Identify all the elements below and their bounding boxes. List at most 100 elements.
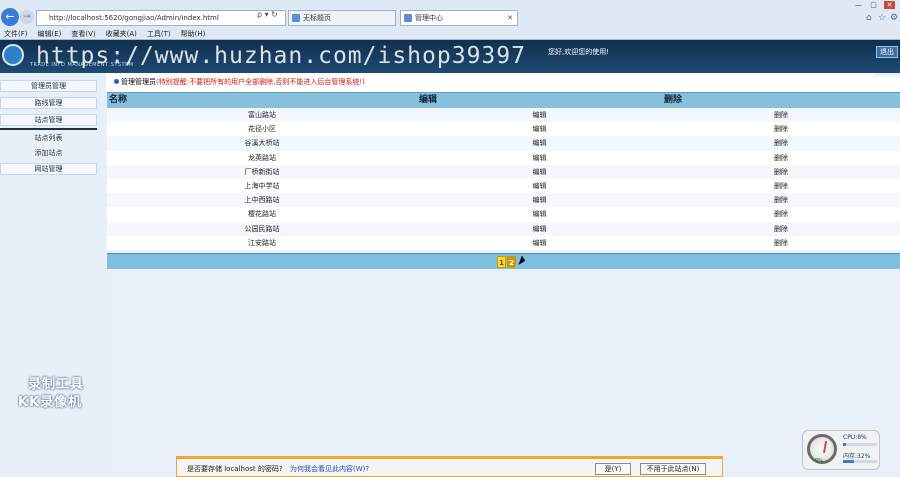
- edit-link[interactable]: 编辑: [417, 193, 662, 207]
- delete-link[interactable]: 删除: [662, 207, 900, 221]
- edit-link[interactable]: 编辑: [417, 122, 662, 136]
- edit-link[interactable]: 编辑: [417, 165, 662, 179]
- menu-favorites[interactable]: 收藏夹(A): [106, 28, 137, 40]
- recorder-watermark-line1: 录制工具: [28, 377, 85, 392]
- delete-link[interactable]: 删除: [662, 151, 900, 165]
- cpu-label: CPU:8%: [843, 434, 867, 441]
- page-button-1[interactable]: 1: [497, 256, 506, 268]
- menu-edit[interactable]: 编辑(E): [38, 28, 62, 40]
- header-blank: [874, 77, 900, 92]
- tab-label: 无标题页: [303, 14, 331, 22]
- yes-button[interactable]: 是(Y): [595, 463, 631, 475]
- speedometer-icon: 0%: [807, 434, 837, 464]
- column-header-name: 名称: [109, 95, 128, 105]
- table-row: 上海中学站 编辑 删除: [107, 178, 900, 194]
- menu-file[interactable]: 文件(F): [4, 28, 28, 40]
- home-icon[interactable]: ⌂: [866, 13, 872, 23]
- table-row: 花径小区 编辑 删除: [107, 122, 900, 137]
- menu-help[interactable]: 帮助(H): [181, 28, 206, 40]
- sidebar-item-admin-management[interactable]: 管理员管理: [0, 80, 97, 92]
- delete-link[interactable]: 删除: [662, 179, 900, 193]
- page-icon: [404, 14, 412, 22]
- tab-admin-center[interactable]: 管理中心 ✕: [400, 10, 518, 26]
- station-name: 樱花路站: [248, 210, 276, 219]
- edit-link[interactable]: 编辑: [417, 222, 662, 236]
- never-for-site-button[interactable]: 不用于此站点(N): [640, 463, 706, 475]
- gauge-value: 0%: [815, 458, 823, 464]
- table-row: 樱花路站 编辑 删除: [107, 207, 900, 222]
- tab-close-icon[interactable]: ✕: [507, 11, 513, 25]
- delete-link[interactable]: 删除: [662, 236, 900, 250]
- sidebar-divider: [0, 128, 97, 130]
- maximize-button[interactable]: ▢: [868, 1, 879, 9]
- sidebar: 管理员管理 路线管理 站点管理 站点列表 添加站点 网站管理 录制工具 KK录像…: [0, 73, 106, 477]
- memory-label: 内存:32%: [843, 453, 871, 460]
- close-window-button[interactable]: ✕: [884, 1, 895, 9]
- watermark-text: https://www.huzhan.com/ishop39397: [36, 43, 526, 69]
- table-row: 龙英路站 编辑 删除: [107, 150, 900, 165]
- station-name: 谷溪大桥站: [244, 139, 280, 148]
- warning-text: (特别提醒:不要把所有的用户全部删除,否则不能进入后台管理系统!): [156, 78, 365, 86]
- browser-chrome: ← → http://localhost:5620/gongjiao/Admin…: [0, 0, 900, 40]
- table-row: 上中西路站 编辑 删除: [107, 193, 900, 208]
- station-name: 上海中学站: [244, 181, 280, 190]
- notification-text: 是否要存储 localhost 的密码?: [187, 465, 283, 473]
- menu-tools[interactable]: 工具(T): [147, 28, 171, 40]
- edit-link[interactable]: 编辑: [417, 179, 662, 193]
- station-table: 名称 编辑 删除 富山路站 编辑 删除 花径小区 编辑 删除 谷溪大桥站 编辑 删除 龙英路…: [107, 92, 900, 250]
- address-bar[interactable]: http://localhost:5620/gongjiao/Admin/ind…: [36, 10, 286, 26]
- delete-link[interactable]: 删除: [662, 122, 900, 136]
- notification-help-link[interactable]: 为何我会看见此内容(W)?: [290, 464, 369, 474]
- column-header-edit: 编辑: [419, 95, 438, 105]
- minimize-button[interactable]: —: [853, 1, 864, 9]
- menu-view[interactable]: 查看(V): [71, 28, 95, 40]
- sidebar-item-site-management[interactable]: 网站管理: [0, 163, 97, 175]
- edit-link[interactable]: 编辑: [417, 151, 662, 165]
- table-row: 富山路站 编辑 删除: [107, 108, 900, 123]
- sidebar-subitem-add-station[interactable]: 添加站点: [0, 147, 97, 160]
- delete-link[interactable]: 删除: [662, 136, 900, 150]
- edit-link[interactable]: 编辑: [417, 207, 662, 221]
- station-name: 花径小区: [248, 125, 276, 134]
- main-content: 管理管理员(特别提醒:不要把所有的用户全部删除,否则不能进入后台管理系统!) 名…: [106, 73, 900, 477]
- delete-link[interactable]: 删除: [662, 108, 900, 122]
- cpu-bar-fill: [843, 443, 846, 446]
- exit-button[interactable]: 退出: [876, 46, 898, 58]
- delete-link[interactable]: 删除: [662, 222, 900, 236]
- station-name: 上中西路站: [244, 196, 280, 205]
- gauge-needle: [823, 441, 828, 454]
- tab-label: 管理中心: [415, 14, 443, 22]
- menu-bar: 文件(F) 编辑(E) 查看(V) 收藏夹(A) 工具(T) 帮助(H): [0, 28, 900, 40]
- delete-link[interactable]: 删除: [662, 193, 900, 207]
- breadcrumb: 管理管理员(特别提醒:不要把所有的用户全部删除,否则不能进入后台管理系统!): [106, 73, 874, 92]
- station-name: 龙英路站: [248, 153, 276, 162]
- logo-icon: [2, 44, 24, 66]
- table-body: 富山路站 编辑 删除 花径小区 编辑 删除 谷溪大桥站 编辑 删除 龙英路站 编辑 删除 厂桥新…: [107, 108, 900, 250]
- edit-link[interactable]: 编辑: [417, 108, 662, 122]
- delete-link[interactable]: 删除: [662, 165, 900, 179]
- cpu-bar: [843, 443, 877, 446]
- station-name: 厂桥新街站: [244, 167, 280, 176]
- memory-bar: [843, 460, 877, 463]
- sidebar-subitem-station-list[interactable]: 站点列表: [0, 132, 97, 145]
- gear-icon[interactable]: ⚙: [890, 13, 898, 23]
- save-password-notification: 是否要存储 localhost 的密码? 为何我会看见此内容(W)? 是(Y) …: [176, 456, 723, 477]
- station-name: 富山路站: [248, 111, 276, 119]
- edit-link[interactable]: 编辑: [417, 136, 662, 150]
- station-name: 江安路站: [248, 238, 276, 247]
- back-button[interactable]: ←: [1, 8, 19, 26]
- table-row: 谷溪大桥站 编辑 删除: [107, 136, 900, 151]
- edit-link[interactable]: 编辑: [417, 236, 662, 250]
- page-button-2[interactable]: 2: [507, 256, 516, 268]
- address-controls[interactable]: ρ ▾ ↻: [257, 10, 278, 19]
- tab-untitled[interactable]: 无标题页: [288, 10, 396, 26]
- forward-button[interactable]: →: [20, 10, 34, 24]
- sidebar-item-route-management[interactable]: 路线管理: [0, 97, 97, 109]
- welcome-text: 您好,欢迎您的使用!: [548, 48, 610, 56]
- pagination-bar: 1 2: [107, 253, 900, 269]
- table-header: 名称 编辑 删除: [107, 92, 900, 108]
- sidebar-item-station-management[interactable]: 站点管理: [0, 114, 97, 126]
- address-text: http://localhost:5620/gongjiao/Admin/ind…: [49, 14, 219, 22]
- recorder-watermark-line2: KK录像机: [18, 395, 83, 410]
- favorites-icon[interactable]: ☆: [878, 13, 886, 23]
